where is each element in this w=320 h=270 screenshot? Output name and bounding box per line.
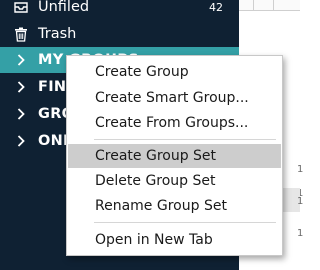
- trash-icon: [8, 26, 34, 42]
- sidebar-item-unfiled[interactable]: Unfiled 42: [0, 0, 239, 20]
- menu-item-create-group-set[interactable]: Create Group Set: [68, 144, 281, 168]
- table-header: [239, 0, 300, 11]
- menu-item-open-in-new-tab[interactable]: Open in New Tab: [68, 228, 281, 252]
- menu-item-delete-group-set[interactable]: Delete Group Set: [68, 169, 281, 193]
- row-marker: 1: [297, 228, 304, 239]
- row-marker: 1: [297, 196, 304, 207]
- menu-separator: [94, 139, 276, 140]
- chevron-right-icon[interactable]: [8, 53, 34, 67]
- chevron-right-icon[interactable]: [8, 134, 34, 148]
- unfiled-icon: [8, 0, 34, 15]
- menu-separator: [94, 222, 276, 223]
- sidebar-item-trash[interactable]: Trash: [0, 21, 239, 47]
- chevron-right-icon[interactable]: [8, 107, 34, 121]
- menu-item-create-smart-group[interactable]: Create Smart Group...: [68, 86, 281, 110]
- chevron-right-icon[interactable]: [8, 80, 34, 94]
- column-divider[interactable]: [253, 0, 254, 10]
- menu-item-create-from-groups[interactable]: Create From Groups...: [68, 111, 281, 135]
- menu-item-rename-group-set[interactable]: Rename Group Set: [68, 194, 281, 218]
- menu-item-create-group[interactable]: Create Group: [68, 60, 281, 84]
- sidebar-item-label: Trash: [38, 26, 77, 42]
- row-marker: 1: [297, 164, 304, 175]
- sidebar-item-count: 42: [209, 0, 223, 14]
- column-divider[interactable]: [273, 0, 274, 10]
- context-menu: Create Group Create Smart Group... Creat…: [66, 55, 283, 256]
- sidebar-item-label: Unfiled: [38, 0, 90, 15]
- table-row[interactable]: [239, 12, 300, 36]
